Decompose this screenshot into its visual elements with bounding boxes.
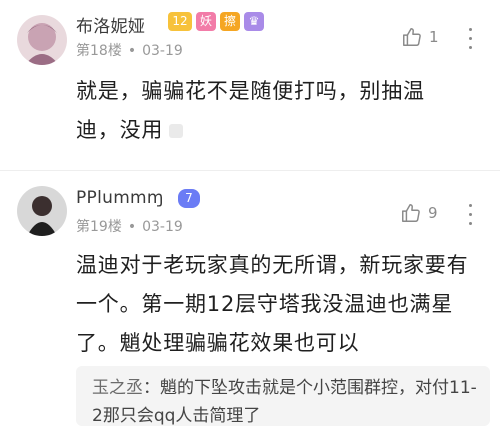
thumbs-up-icon [403,28,421,46]
like-count: 9 [428,204,438,222]
comment-text: 就是，骗骗花不是随便打吗，别抽温迪，没用 [76,79,425,142]
more-options-icon[interactable] [467,204,473,226]
more-options-icon[interactable] [467,28,473,50]
post-meta: 第19楼 • 03-19 [76,219,183,235]
title-badge-yao: 妖 [196,12,216,31]
comment-post-18: 布洛妮娅 12 妖 擦 ♛ 第18楼 • 03-19 1 就是，骗骗花不是随便打吗，… [0,0,500,170]
avatar[interactable] [17,15,67,65]
avatar[interactable] [17,186,67,236]
quote-text: 玉之丞：魈的下坠攻击就是个小范围群控，对付11-2那只会qq人击简理了 [92,378,477,426]
level-badge: 12 [168,12,192,31]
level-badge: 7 [178,189,200,208]
floor-number: 第19楼 [76,219,122,235]
username[interactable]: 布洛妮娅 [76,12,145,37]
post-date: 03-19 [142,43,183,59]
redacted-emoji [169,124,184,138]
like-button[interactable]: 1 [401,26,439,48]
post-date: 03-19 [142,219,183,235]
comment-post-19: PPlummɱ 7 第19楼 • 03-19 9 温迪对于老玩家真的无所谓，新玩家要… [0,171,500,426]
quote-author[interactable]: 玉之丞 [92,378,143,398]
like-button[interactable]: 9 [400,202,438,224]
floor-number: 第18楼 [76,43,122,59]
title-badge-ca: 擦 [220,12,240,31]
quoted-reply[interactable]: 玉之丞：魈的下坠攻击就是个小范围群控，对付11-2那只会qq人击简理了 [76,366,490,426]
username[interactable]: PPlummɱ [76,188,164,208]
crown-badge-icon: ♛ [244,12,264,31]
thumbs-up-icon [402,204,420,222]
like-count: 1 [429,28,439,46]
comment-text: 温迪对于老玩家真的无所谓，新玩家要有一个。第一期12层守塔我没温迪也满星了。魈处… [76,253,469,355]
post-meta: 第18楼 • 03-19 [76,43,183,59]
